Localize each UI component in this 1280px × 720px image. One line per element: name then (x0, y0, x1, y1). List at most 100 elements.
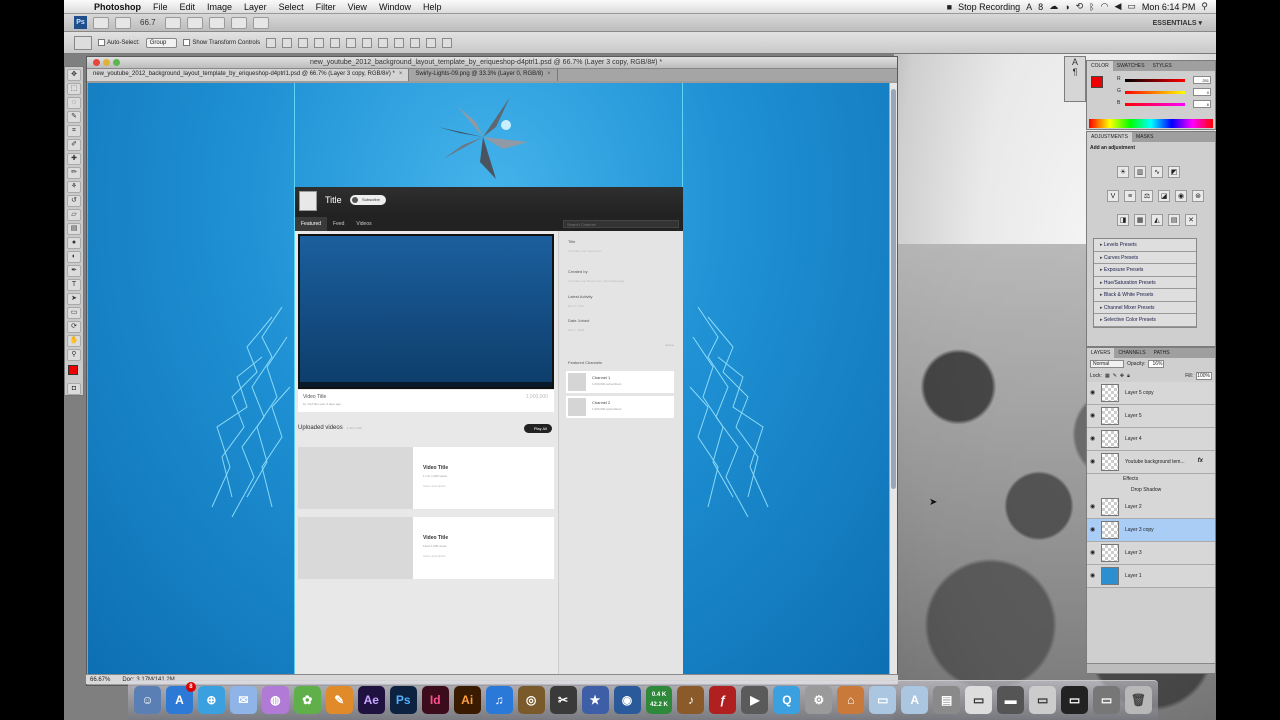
ichat-icon[interactable]: ◍ (261, 686, 289, 714)
itunes-icon[interactable]: ♫ (485, 686, 513, 714)
timemachine-icon[interactable]: ⟲ (1076, 1, 1084, 12)
healing-brush-tool-icon[interactable]: ✚ (67, 153, 81, 165)
blue-slider[interactable] (1125, 103, 1185, 106)
tab-masks[interactable]: MASKS (1132, 132, 1158, 142)
menu-app[interactable]: Photoshop (88, 2, 147, 12)
paragraph-panel-icon[interactable]: ¶ (1065, 67, 1085, 77)
distribute-right-button[interactable] (442, 37, 453, 48)
levels-icon[interactable]: ▥ (1134, 166, 1146, 178)
visibility-eye-icon[interactable]: ◉ (1090, 527, 1097, 533)
tab-swatches[interactable]: SWATCHES (1113, 61, 1149, 71)
layer-name[interactable]: Layer 2 (1125, 504, 1142, 510)
preset-black-white[interactable]: Black & White Presets (1094, 289, 1196, 302)
canvas-vertical-scrollbar[interactable] (889, 83, 897, 677)
battery-icon[interactable]: ▭ (1127, 1, 1136, 12)
world-globe-icon[interactable]: ◉ (613, 686, 641, 714)
visibility-eye-icon[interactable]: ◉ (1090, 436, 1097, 442)
menu-filter[interactable]: Filter (310, 2, 342, 12)
window-stack-icon[interactable]: ▬ (997, 686, 1025, 714)
preset-selective-color[interactable]: Selective Color Presets (1094, 314, 1196, 327)
hue-saturation-icon[interactable]: ≡ (1124, 190, 1136, 202)
adobe-icon[interactable]: A (1026, 2, 1032, 12)
shape-tool-icon[interactable]: ▭ (67, 307, 81, 319)
tab-paths[interactable]: PATHS (1150, 348, 1174, 358)
stop-recording-label[interactable]: Stop Recording (958, 2, 1020, 12)
channel-mixer-icon[interactable]: ⊛ (1192, 190, 1204, 202)
eyedropper-tool-icon[interactable]: ✐ (67, 139, 81, 151)
menu-image[interactable]: Image (201, 2, 238, 12)
tab-youtube-template[interactable]: new_youtube_2012_background_layout_templ… (87, 69, 410, 81)
align-bottom-button[interactable] (298, 37, 309, 48)
visibility-eye-icon[interactable]: ◉ (1090, 459, 1097, 465)
close-tab-icon[interactable]: × (399, 71, 403, 77)
minimize-window-icon[interactable] (103, 59, 110, 66)
align-left-button[interactable] (314, 37, 325, 48)
pen-tool-icon[interactable]: ✒ (67, 265, 81, 277)
after-effects-icon[interactable]: Ae (357, 686, 385, 714)
spotlight-icon[interactable]: ⚲ (1201, 1, 1208, 12)
app-store-icon[interactable]: A8 (165, 682, 196, 714)
visibility-eye-icon[interactable]: ◉ (1090, 573, 1097, 579)
photo-booth-icon[interactable]: ◎ (517, 686, 545, 714)
color-balance-icon[interactable]: ⚖ (1141, 190, 1153, 202)
lock-all-icon[interactable]: 🔒︎ (1127, 373, 1130, 379)
gradient-tool-icon[interactable]: ▤ (67, 223, 81, 235)
preset-levels[interactable]: Levels Presets (1094, 239, 1196, 252)
layer-row[interactable]: ◉ Layer 5 (1087, 405, 1215, 428)
zoom-tool-button[interactable] (186, 16, 203, 29)
red-value-input[interactable]: 251 (1193, 76, 1211, 84)
distribute-bottom-button[interactable] (394, 37, 405, 48)
cloud-icon[interactable]: ☁ (1049, 1, 1058, 12)
finder-icon[interactable]: ☺ (134, 686, 161, 714)
downloads-stack-icon[interactable]: ▤ (933, 686, 961, 714)
visibility-eye-icon[interactable]: ◉ (1090, 390, 1097, 396)
brush-tool-icon[interactable]: ✏ (67, 167, 81, 179)
curves-icon[interactable]: ∿ (1151, 166, 1163, 178)
color-spectrum-ramp[interactable] (1089, 119, 1213, 128)
foreground-color-swatch[interactable] (68, 365, 78, 375)
quick-mask-icon[interactable]: ◘ (67, 383, 81, 395)
layer-row[interactable]: ◉ Layer 5 copy (1087, 382, 1215, 405)
garageband-icon[interactable]: ♪ (677, 686, 705, 714)
crop-tool-icon[interactable]: ⌗ (67, 125, 81, 137)
clock[interactable]: Mon 6:14 PM (1142, 2, 1196, 12)
fill-input[interactable]: 100% (1196, 372, 1212, 380)
imovie-icon[interactable]: ★ (581, 686, 609, 714)
lock-transparency-icon[interactable]: ▦ (1105, 373, 1110, 379)
layer-name[interactable]: Layer 4 (1125, 436, 1142, 442)
3d-rotate-tool-icon[interactable]: ⟳ (67, 321, 81, 333)
layer-effects-icon[interactable]: fx (1198, 458, 1203, 464)
photoshop-icon[interactable]: Ps (389, 686, 417, 714)
type-tool-icon[interactable]: T (67, 279, 81, 291)
invert-icon[interactable]: ◨ (1117, 214, 1129, 226)
home-folder-icon[interactable]: ⌂ (837, 686, 865, 714)
layer-effects-row[interactable]: Effects (1087, 474, 1215, 485)
close-tab-icon[interactable]: × (547, 71, 551, 77)
window-stack-icon[interactable]: ▭ (1061, 686, 1089, 714)
layer-name[interactable]: Layer 5 copy (1125, 390, 1154, 396)
arrange-documents-button[interactable] (230, 16, 247, 29)
black-white-icon[interactable]: ◪ (1158, 190, 1170, 202)
mail-icon[interactable]: ✉ (229, 686, 257, 714)
screen-mode-button[interactable] (252, 16, 269, 29)
layer-row[interactable]: ◉ Layer 2 (1087, 496, 1215, 519)
layer-name[interactable]: Layer 3 copy (1125, 527, 1154, 533)
bridge-button[interactable] (93, 16, 109, 29)
layer-row[interactable]: ◉ Layer 4 (1087, 428, 1215, 451)
indesign-icon[interactable]: Id (421, 686, 449, 714)
close-window-icon[interactable] (93, 59, 100, 66)
layer-name[interactable]: Layer 3 (1125, 550, 1142, 556)
view-extras-button[interactable] (115, 16, 131, 29)
layer-row[interactable]: ◉ Youtube background tem... fx (1087, 451, 1215, 474)
layer-name[interactable]: Layer 1 (1125, 573, 1142, 579)
tab-channels[interactable]: CHANNELS (1114, 348, 1149, 358)
tab-styles[interactable]: STYLES (1149, 61, 1176, 71)
lasso-tool-icon[interactable]: ◌ (67, 97, 81, 109)
layer-name[interactable]: Youtube background tem... (1125, 459, 1185, 465)
clapper-icon[interactable]: ▶ (741, 686, 769, 714)
align-top-button[interactable] (266, 37, 277, 48)
dodge-tool-icon[interactable]: ◐ (67, 251, 81, 263)
clone-stamp-tool-icon[interactable]: ⚘ (67, 181, 81, 193)
record-icon[interactable]: ■ (947, 2, 952, 12)
distribute-top-button[interactable] (362, 37, 373, 48)
